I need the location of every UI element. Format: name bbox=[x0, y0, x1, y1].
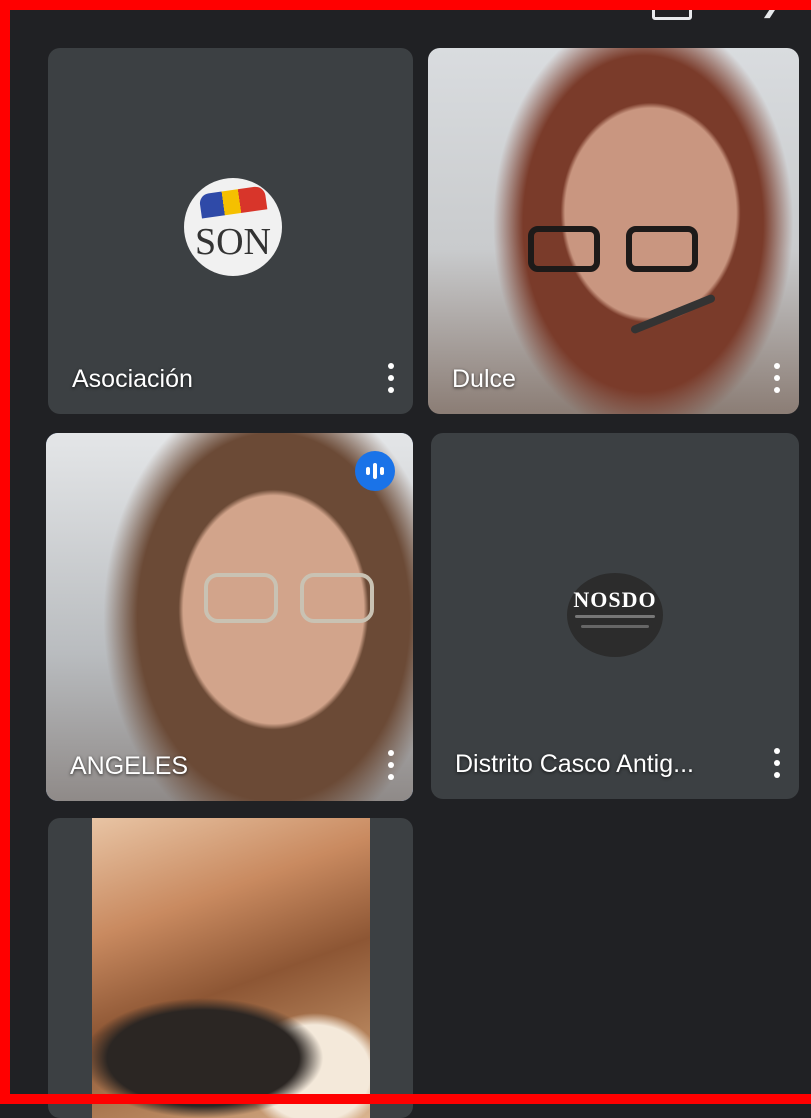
logo-subtitle-line bbox=[575, 615, 655, 618]
participant-avatar: SON bbox=[184, 178, 282, 276]
logo-subtitle-line bbox=[581, 625, 649, 628]
audio-level-icon bbox=[355, 451, 395, 491]
participant-tile-dulce[interactable]: Dulce bbox=[428, 48, 799, 414]
participant-video bbox=[92, 818, 370, 1118]
screen-icon[interactable] bbox=[652, 0, 692, 20]
participant-tile-distrito[interactable]: NOSDO Distrito Casco Antig... bbox=[431, 433, 799, 799]
top-bar: ← ❯ bbox=[0, 0, 811, 36]
participant-avatar: NOSDO bbox=[567, 573, 663, 657]
participant-name: Dulce bbox=[452, 365, 516, 393]
glasses-shape bbox=[204, 573, 374, 627]
participant-tile-fifth[interactable] bbox=[48, 818, 413, 1118]
avatar-text: NOSDO bbox=[573, 587, 657, 612]
more-vert-icon[interactable] bbox=[767, 745, 787, 781]
glasses-shape bbox=[528, 226, 698, 276]
more-vert-icon[interactable] bbox=[381, 747, 401, 783]
participant-tile-asociacion[interactable]: SON Asociación bbox=[48, 48, 413, 414]
participant-name: Asociación bbox=[72, 365, 193, 393]
participant-name: Distrito Casco Antig... bbox=[455, 750, 694, 778]
participant-name: ANGELES bbox=[70, 752, 189, 780]
avatar-text: SON bbox=[194, 221, 272, 263]
flag-icon bbox=[198, 185, 268, 219]
participant-video bbox=[428, 48, 799, 414]
participant-video bbox=[46, 433, 413, 801]
participant-tile-angeles[interactable]: ANGELES bbox=[46, 433, 413, 801]
speaker-icon[interactable]: ❯ bbox=[760, 0, 782, 19]
more-vert-icon[interactable] bbox=[767, 360, 787, 396]
more-vert-icon[interactable] bbox=[381, 360, 401, 396]
headset-mic-shape bbox=[629, 293, 717, 335]
back-arrow-icon[interactable]: ← bbox=[68, 0, 92, 14]
